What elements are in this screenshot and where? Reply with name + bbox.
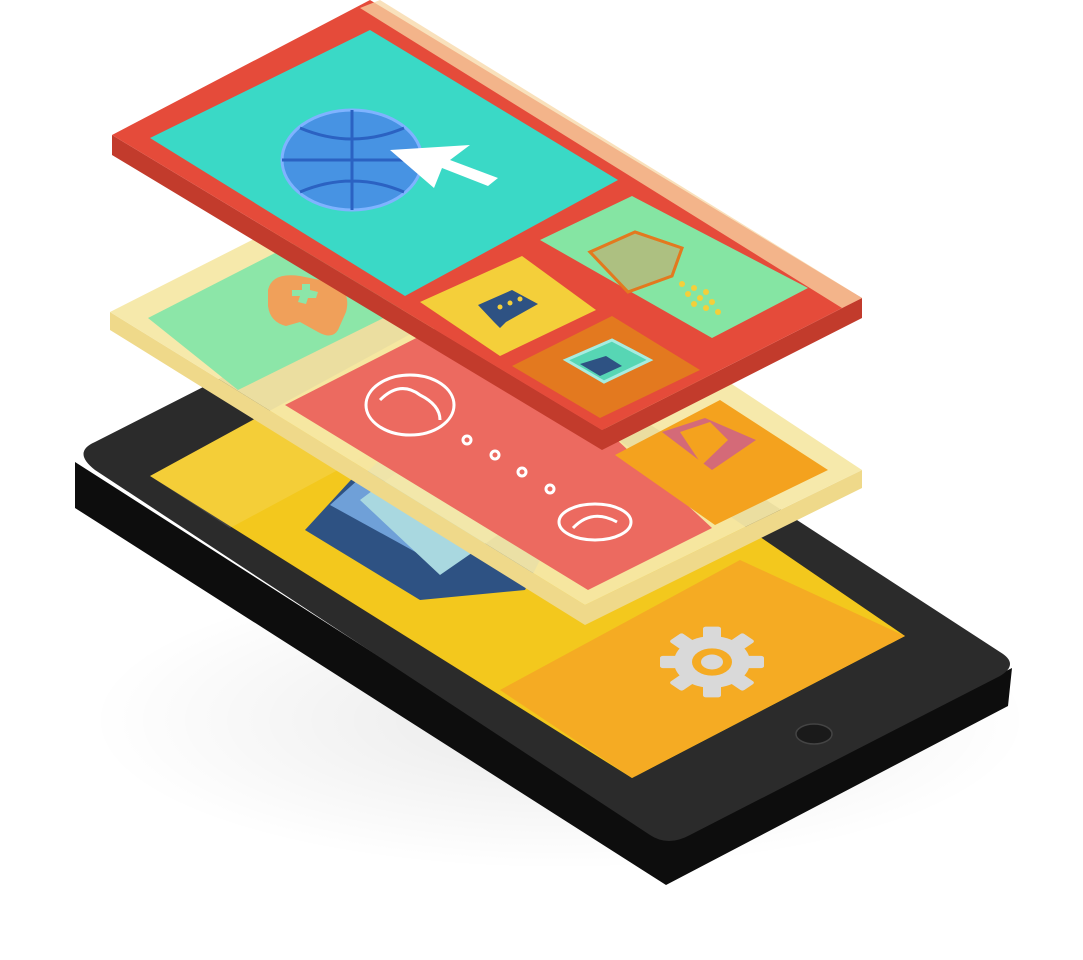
home-button[interactable] (795, 723, 833, 745)
isometric-phone-illustration (0, 0, 1083, 960)
illustration-canvas (75, 0, 1030, 885)
gear-icon (660, 626, 764, 698)
